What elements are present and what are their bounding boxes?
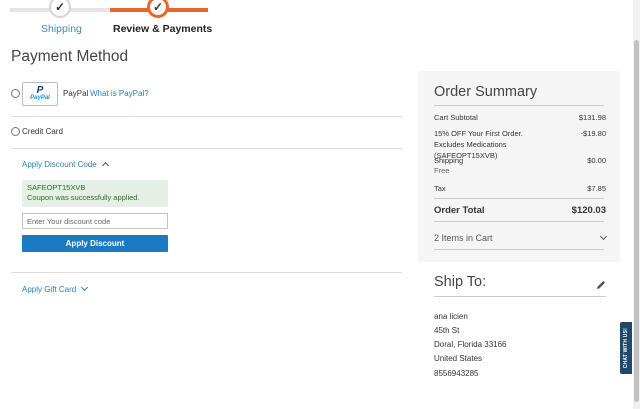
tax-row: Tax $7.85: [434, 183, 606, 194]
paypal-label[interactable]: PayPal: [63, 89, 88, 98]
order-total-label: Order Total: [434, 205, 485, 216]
edit-pencil-icon[interactable]: [595, 279, 607, 291]
divider: [11, 148, 402, 149]
what-is-paypal-link[interactable]: What is PayPal?: [90, 89, 149, 98]
apply-gift-card-label: Apply Gift Card: [22, 285, 77, 294]
apply-gift-card-toggle[interactable]: Apply Gift Card: [22, 283, 89, 294]
shipping-label: Shipping: [434, 156, 464, 165]
step-shipping-check-icon[interactable]: ✓: [49, 0, 71, 18]
scrollbar-thumb[interactable]: [634, 40, 639, 402]
page-title: Payment Method: [11, 48, 129, 65]
divider: [434, 221, 604, 222]
order-summary-title: Order Summary: [434, 84, 538, 100]
chat-with-us-tab[interactable]: CHAT WITH US!: [620, 322, 632, 374]
divider: [434, 198, 604, 199]
credit-card-radio[interactable]: [11, 127, 20, 136]
ship-to-street: 45th St: [434, 326, 460, 335]
ship-to-name: ana licien: [434, 312, 468, 321]
tax-value: $7.85: [587, 184, 606, 193]
shipping-value: $0.00: [587, 156, 606, 165]
ship-to-title: Ship To:: [434, 274, 487, 290]
step-review-check-icon: ✓: [147, 0, 169, 18]
items-in-cart-toggle[interactable]: 2 Items in Cart: [434, 232, 608, 243]
apply-discount-button[interactable]: Apply Discount: [22, 235, 168, 252]
chevron-up-icon: [101, 161, 109, 170]
divider: [434, 249, 604, 250]
items-in-cart-label: 2 Items in Cart: [434, 233, 493, 243]
chat-with-us-label: CHAT WITH US!: [623, 327, 629, 369]
discount-success-message: SAFEOPT15XVB Coupon was successfully app…: [22, 180, 168, 207]
divider: [434, 296, 606, 297]
coupon-success-text: Coupon was successfully applied.: [27, 193, 140, 202]
step-review-label: Review & Payments: [113, 23, 213, 35]
step-shipping-link[interactable]: Shipping: [41, 23, 82, 35]
cart-subtotal-row: Cart Subtotal $131.98: [434, 112, 606, 123]
cart-subtotal-value: $131.98: [578, 113, 606, 122]
ship-to-city: Doral, Florida 33166: [434, 340, 507, 349]
chevron-down-icon: [599, 232, 608, 240]
divider: [11, 116, 402, 117]
credit-card-label[interactable]: Credit Card: [22, 127, 63, 136]
ship-to-country: United States: [434, 354, 483, 363]
order-total-row: Order Total $120.03: [434, 205, 606, 216]
shipping-row: Shipping $0.00: [434, 155, 606, 166]
tax-label: Tax: [434, 184, 446, 193]
divider: [434, 105, 604, 106]
applied-coupon-code: SAFEOPT15XVB: [27, 183, 86, 192]
shipping-method: Free: [434, 166, 450, 175]
cart-subtotal-label: Cart Subtotal: [434, 113, 478, 122]
apply-discount-label: Apply Discount Code: [22, 160, 97, 169]
order-summary-panel: Order Summary Cart Subtotal $131.98 15% …: [418, 71, 620, 262]
order-total-value: $120.03: [571, 205, 606, 216]
discount-code-input[interactable]: [22, 213, 168, 229]
paypal-radio[interactable]: [11, 89, 20, 98]
paypal-logo: P PayPal: [22, 82, 58, 106]
divider: [11, 272, 402, 273]
apply-discount-toggle[interactable]: Apply Discount Code: [22, 160, 109, 170]
chevron-down-icon: [81, 283, 89, 292]
checkout-progress: ✓ ✓ Shipping Review & Payments: [0, 0, 260, 40]
ship-to-phone-link[interactable]: 8556943285: [434, 369, 479, 378]
